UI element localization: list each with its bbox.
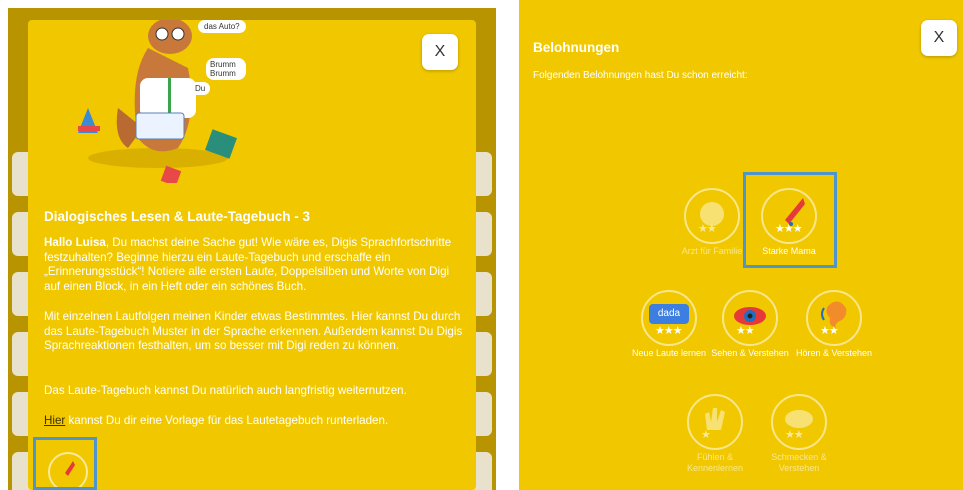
paragraph-intro: Hallo Luisa, Du machst deine Sache gut! … — [44, 236, 464, 294]
lips-icon — [785, 410, 813, 428]
download-text: kannst Du dir eine Vorlage für das Laute… — [65, 414, 389, 427]
paragraph-download: Hier kannst Du dir eine Vorlage für das … — [44, 414, 464, 429]
intro-text: , Du machst deine Sache gut! Wie wäre es… — [44, 236, 452, 293]
badge-label: Sehen & Verstehen — [711, 348, 789, 358]
right-screen: Belohnungen Folgenden Belohnungen hast D… — [519, 0, 963, 490]
speech-bubble-top: das Auto? — [198, 20, 246, 33]
badge-hoeren-verstehen[interactable]: ★★ Hören & Verstehen — [794, 290, 874, 359]
rewards-title: Belohnungen — [533, 40, 620, 55]
badge-label: Hören & Verstehen — [795, 348, 873, 358]
star-rating: ★★★ — [655, 325, 683, 337]
badge-label: Arzt für Familie — [681, 246, 743, 256]
lesson-modal: das Auto? Brumm Brumm Du X Dialogisches … — [28, 20, 476, 490]
badge-highlight-box — [33, 437, 97, 490]
close-button[interactable]: X — [921, 20, 957, 56]
lesson-title: Dialogisches Lesen & Laute-Tagebuch - 3 — [44, 209, 311, 224]
badge-label: Fühlen & Kennenlernen — [686, 452, 744, 473]
badge-label: Neue Laute lernen — [631, 348, 707, 358]
star-rating: ★★ — [736, 325, 755, 337]
badge-fuehlen-kennenlernen[interactable]: ★ Fühlen & Kennenlernen — [675, 394, 755, 474]
badge-neue-laute-lernen[interactable]: dada ★★★ Neue Laute lernen — [629, 290, 709, 359]
paragraph-patterns: Mit einzelnen Lautfolgen meinen Kinder e… — [44, 310, 463, 353]
paragraph-longterm: Das Laute-Tagebuch kannst Du natürlich a… — [44, 384, 407, 397]
star-rating: ★★ — [698, 223, 717, 235]
download-link[interactable]: Hier — [44, 414, 65, 427]
speech-bubble-bottom: Du — [190, 82, 211, 95]
badge-sehen-verstehen[interactable]: ★★ Sehen & Verstehen — [710, 290, 790, 359]
speech-bubble-middle: Brumm Brumm — [206, 58, 246, 80]
close-button[interactable]: X — [422, 34, 458, 70]
greeting-name: Hallo Luisa — [44, 236, 106, 249]
rewards-subtitle: Folgenden Belohnungen hast Du schon erre… — [533, 70, 748, 81]
left-screen: das Auto? Brumm Brumm Du X Dialogisches … — [0, 0, 500, 490]
badge-label: Schmecken & Verstehen — [771, 452, 827, 473]
star-rating: ★★ — [820, 325, 839, 337]
badge-schmecken-verstehen[interactable]: ★★ Schmecken & Verstehen — [759, 394, 839, 474]
dada-card-icon: dada — [649, 304, 689, 324]
star-rating: ★★ — [785, 429, 804, 441]
badge-arzt-fuer-familie[interactable]: ★★ Arzt für Familie — [672, 188, 752, 257]
kangaroo-reading-illustration — [78, 20, 237, 183]
badge-highlight-box — [743, 172, 837, 268]
star-rating: ★ — [701, 429, 711, 441]
